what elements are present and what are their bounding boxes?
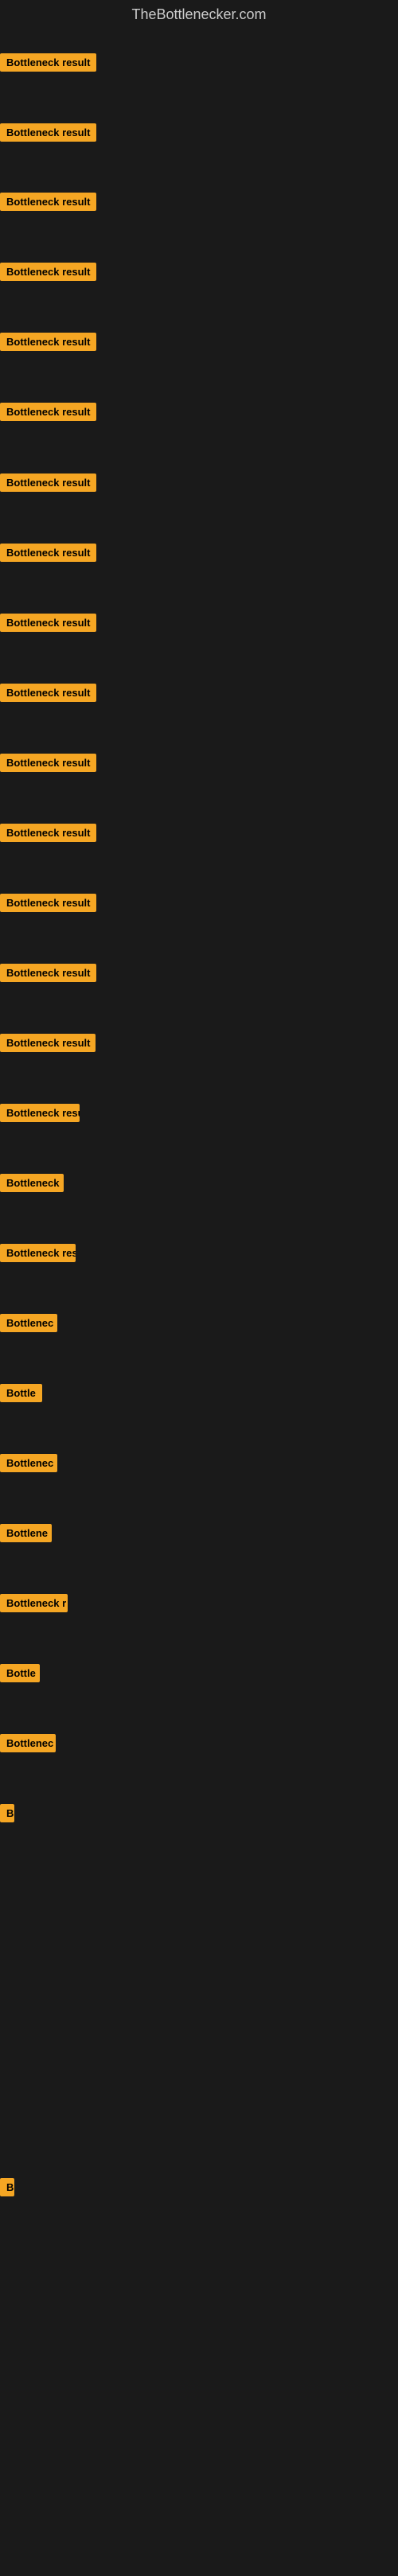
bottleneck-result-item: B bbox=[0, 1804, 14, 1826]
bottleneck-result-item: Bottleneck result bbox=[0, 964, 96, 986]
bottleneck-result-item: Bottle bbox=[0, 1664, 40, 1686]
bottleneck-result-badge[interactable]: Bottleneck result bbox=[0, 614, 96, 632]
bottleneck-result-item: Bottle bbox=[0, 1384, 42, 1406]
bottleneck-result-item: Bottleneck res bbox=[0, 1244, 76, 1266]
bottleneck-result-item: Bottleneck result bbox=[0, 824, 96, 846]
bottleneck-result-item: Bottleneck result bbox=[0, 263, 96, 285]
bottleneck-result-badge[interactable]: Bottleneck r bbox=[0, 1594, 68, 1612]
bottleneck-result-item: B bbox=[0, 2178, 14, 2200]
bottleneck-result-item: Bottleneck result bbox=[0, 614, 96, 636]
bottleneck-result-badge[interactable]: Bottleneck result bbox=[0, 474, 96, 492]
bottleneck-result-item: Bottleneck result bbox=[0, 1034, 96, 1056]
bottleneck-result-item: Bottleneck result bbox=[0, 53, 96, 76]
bottleneck-result-badge[interactable]: Bottleneck result bbox=[0, 263, 96, 281]
bottleneck-result-badge[interactable]: Bottleneck bbox=[0, 1174, 64, 1192]
bottleneck-result-item: Bottlenec bbox=[0, 1454, 57, 1476]
bottleneck-result-badge[interactable]: Bottleneck result bbox=[0, 964, 96, 982]
bottleneck-result-item: Bottleneck result bbox=[0, 684, 96, 706]
bottleneck-result-item: Bottleneck result bbox=[0, 1104, 80, 1126]
bottleneck-result-item: Bottlene bbox=[0, 1524, 52, 1546]
bottleneck-result-badge[interactable]: Bottle bbox=[0, 1664, 40, 1682]
bottleneck-result-badge[interactable]: Bottleneck result bbox=[0, 684, 96, 702]
bottleneck-result-badge[interactable]: Bottleneck result bbox=[0, 754, 96, 772]
bottleneck-result-badge[interactable]: Bottleneck result bbox=[0, 193, 96, 211]
bottleneck-result-item: Bottleneck result bbox=[0, 193, 96, 215]
bottleneck-result-item: Bottleneck result bbox=[0, 544, 96, 566]
bottleneck-result-badge[interactable]: Bottlenec bbox=[0, 1454, 57, 1472]
bottleneck-result-badge[interactable]: Bottleneck result bbox=[0, 333, 96, 351]
bottleneck-result-badge[interactable]: Bottleneck result bbox=[0, 544, 96, 562]
bottleneck-result-badge[interactable]: Bottleneck res bbox=[0, 1244, 76, 1262]
bottleneck-result-item: Bottlenec bbox=[0, 1734, 56, 1756]
bottleneck-result-item: Bottleneck result bbox=[0, 754, 96, 776]
bottleneck-result-badge[interactable]: Bottleneck result bbox=[0, 824, 96, 842]
bottleneck-result-item: Bottleneck bbox=[0, 1174, 64, 1196]
bottleneck-result-item: Bottleneck result bbox=[0, 333, 96, 355]
bottleneck-result-item: Bottleneck r bbox=[0, 1594, 68, 1616]
bottleneck-result-badge[interactable]: Bottleneck result bbox=[0, 403, 96, 421]
site-title: TheBottlenecker.com bbox=[0, 0, 398, 29]
bottleneck-result-item: Bottleneck result bbox=[0, 894, 96, 916]
bottleneck-result-badge[interactable]: Bottlenec bbox=[0, 1314, 57, 1332]
bottleneck-result-badge[interactable]: B bbox=[0, 2178, 14, 2196]
bottleneck-result-item: Bottlenec bbox=[0, 1314, 57, 1336]
bottleneck-result-badge[interactable]: B bbox=[0, 1804, 14, 1822]
bottleneck-result-item: Bottleneck result bbox=[0, 474, 96, 496]
bottleneck-result-item: Bottleneck result bbox=[0, 403, 96, 425]
bottleneck-result-badge[interactable]: Bottleneck result bbox=[0, 1104, 80, 1122]
bottleneck-result-item: Bottleneck result bbox=[0, 123, 96, 146]
bottleneck-result-badge[interactable]: Bottle bbox=[0, 1384, 42, 1402]
bottleneck-result-badge[interactable]: Bottlenec bbox=[0, 1734, 56, 1752]
bottleneck-result-badge[interactable]: Bottleneck result bbox=[0, 1034, 96, 1052]
bottleneck-result-badge[interactable]: Bottlene bbox=[0, 1524, 52, 1542]
bottleneck-result-badge[interactable]: Bottleneck result bbox=[0, 894, 96, 912]
bottleneck-result-badge[interactable]: Bottleneck result bbox=[0, 123, 96, 142]
bottleneck-result-badge[interactable]: Bottleneck result bbox=[0, 53, 96, 72]
